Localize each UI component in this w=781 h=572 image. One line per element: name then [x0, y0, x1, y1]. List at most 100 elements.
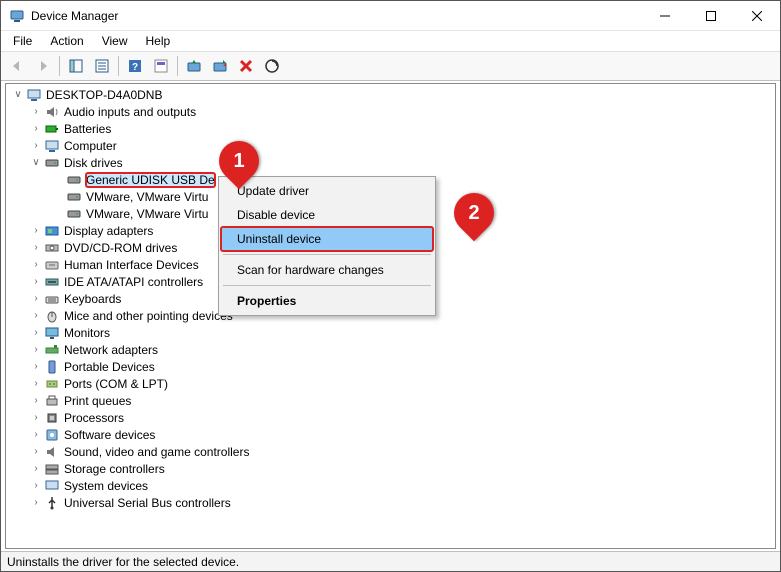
- monitor-icon: [44, 325, 60, 341]
- menu-help[interactable]: Help: [138, 32, 179, 50]
- system-device-icon: [44, 478, 60, 494]
- context-properties[interactable]: Properties: [221, 289, 433, 313]
- expand-toggle[interactable]: ›: [28, 359, 44, 375]
- port-icon: [44, 376, 60, 392]
- tree-node-label: VMware, VMware Virtu: [86, 190, 208, 204]
- menu-action[interactable]: Action: [42, 32, 91, 50]
- expand-toggle[interactable]: ∨: [28, 155, 44, 171]
- tree-node-computer[interactable]: › Computer: [6, 137, 775, 154]
- tree-node-label: Universal Serial Bus controllers: [64, 496, 231, 510]
- tree-node-label: Keyboards: [64, 292, 121, 306]
- tree-node-ports[interactable]: › Ports (COM & LPT): [6, 375, 775, 392]
- tree-node-disk-drives[interactable]: ∨ Disk drives: [6, 154, 775, 171]
- expand-toggle[interactable]: ›: [28, 308, 44, 324]
- expand-toggle[interactable]: ›: [28, 274, 44, 290]
- forward-button[interactable]: [31, 54, 55, 78]
- speaker-icon: [44, 104, 60, 120]
- status-text: Uninstalls the driver for the selected d…: [7, 555, 239, 569]
- tree-node-network[interactable]: › Network adapters: [6, 341, 775, 358]
- expand-toggle[interactable]: ›: [28, 478, 44, 494]
- tree-node-label: VMware, VMware Virtu: [86, 207, 208, 221]
- tree-node-label: Storage controllers: [64, 462, 165, 476]
- sound-controller-icon: [44, 444, 60, 460]
- printer-icon: [44, 393, 60, 409]
- usb-icon: [44, 495, 60, 511]
- battery-icon: [44, 121, 60, 137]
- expand-toggle[interactable]: ∨: [10, 87, 26, 103]
- tree-node-usb[interactable]: › Universal Serial Bus controllers: [6, 494, 775, 511]
- tree-node-portable[interactable]: › Portable Devices: [6, 358, 775, 375]
- expand-toggle[interactable]: ›: [28, 410, 44, 426]
- context-menu: Update driver Disable device Uninstall d…: [218, 176, 436, 316]
- tree-node-print-queues[interactable]: › Print queues: [6, 392, 775, 409]
- properties-button[interactable]: [90, 54, 114, 78]
- expand-toggle[interactable]: ›: [28, 461, 44, 477]
- app-icon: [9, 8, 25, 24]
- window-title: Device Manager: [31, 9, 642, 23]
- expand-toggle[interactable]: ›: [28, 291, 44, 307]
- cpu-icon: [44, 410, 60, 426]
- status-bar: Uninstalls the driver for the selected d…: [1, 551, 780, 571]
- tree-node-label: Print queues: [64, 394, 131, 408]
- context-separator: [223, 285, 431, 286]
- disk-icon: [66, 189, 82, 205]
- help-button[interactable]: ?: [123, 54, 147, 78]
- computer-icon: [44, 138, 60, 154]
- hid-icon: [44, 257, 60, 273]
- expand-toggle[interactable]: ›: [28, 393, 44, 409]
- tree-node-sound[interactable]: › Sound, video and game controllers: [6, 443, 775, 460]
- context-uninstall-device[interactable]: Uninstall device: [221, 227, 433, 251]
- tree-node-system[interactable]: › System devices: [6, 477, 775, 494]
- computer-icon: [26, 87, 42, 103]
- expand-toggle[interactable]: ›: [28, 444, 44, 460]
- tree-node-monitors[interactable]: › Monitors: [6, 324, 775, 341]
- tree-node-software[interactable]: › Software devices: [6, 426, 775, 443]
- expand-toggle[interactable]: ›: [28, 121, 44, 137]
- maximize-button[interactable]: [688, 1, 734, 30]
- disk-icon: [44, 155, 60, 171]
- context-disable-device[interactable]: Disable device: [221, 203, 433, 227]
- ide-controller-icon: [44, 274, 60, 290]
- tree-node-label: Portable Devices: [64, 360, 155, 374]
- tree-node-label: Audio inputs and outputs: [64, 105, 196, 119]
- back-button[interactable]: [5, 54, 29, 78]
- expand-toggle[interactable]: ›: [28, 257, 44, 273]
- toolbar-separator: [59, 56, 60, 76]
- device-tree-pane[interactable]: ∨ DESKTOP-D4A0DNB › Audio inputs and out…: [5, 83, 776, 549]
- close-button[interactable]: [734, 1, 780, 30]
- context-separator: [223, 254, 431, 255]
- tree-node-label: DVD/CD-ROM drives: [64, 241, 177, 255]
- scan-hardware-button[interactable]: [260, 54, 284, 78]
- expand-toggle[interactable]: ›: [28, 495, 44, 511]
- tree-root-node[interactable]: ∨ DESKTOP-D4A0DNB: [6, 86, 775, 103]
- context-update-driver[interactable]: Update driver: [221, 179, 433, 203]
- tree-node-label: DESKTOP-D4A0DNB: [46, 88, 162, 102]
- menu-view[interactable]: View: [94, 32, 136, 50]
- toolbar: ?: [1, 51, 780, 81]
- tree-node-label: Generic UDISK USB De: [86, 173, 215, 187]
- expand-toggle[interactable]: ›: [28, 104, 44, 120]
- minimize-button[interactable]: [642, 1, 688, 30]
- expand-toggle[interactable]: ›: [28, 427, 44, 443]
- update-driver-button[interactable]: [182, 54, 206, 78]
- expand-toggle[interactable]: ›: [28, 376, 44, 392]
- portable-device-icon: [44, 359, 60, 375]
- expand-toggle[interactable]: ›: [28, 342, 44, 358]
- menu-file[interactable]: File: [5, 32, 40, 50]
- uninstall-device-button[interactable]: [234, 54, 258, 78]
- expand-toggle[interactable]: ›: [28, 325, 44, 341]
- context-scan-hardware[interactable]: Scan for hardware changes: [221, 258, 433, 282]
- expand-toggle[interactable]: ›: [28, 240, 44, 256]
- disable-device-button[interactable]: [208, 54, 232, 78]
- expand-toggle[interactable]: ›: [28, 223, 44, 239]
- tree-node-processors[interactable]: › Processors: [6, 409, 775, 426]
- show-hide-tree-button[interactable]: [64, 54, 88, 78]
- tree-node-storage[interactable]: › Storage controllers: [6, 460, 775, 477]
- properties-sheet-button[interactable]: [149, 54, 173, 78]
- expand-toggle[interactable]: ›: [28, 138, 44, 154]
- tree-node-batteries[interactable]: › Batteries: [6, 120, 775, 137]
- software-device-icon: [44, 427, 60, 443]
- storage-controller-icon: [44, 461, 60, 477]
- tree-node-audio[interactable]: › Audio inputs and outputs: [6, 103, 775, 120]
- tree-node-label: Batteries: [64, 122, 111, 136]
